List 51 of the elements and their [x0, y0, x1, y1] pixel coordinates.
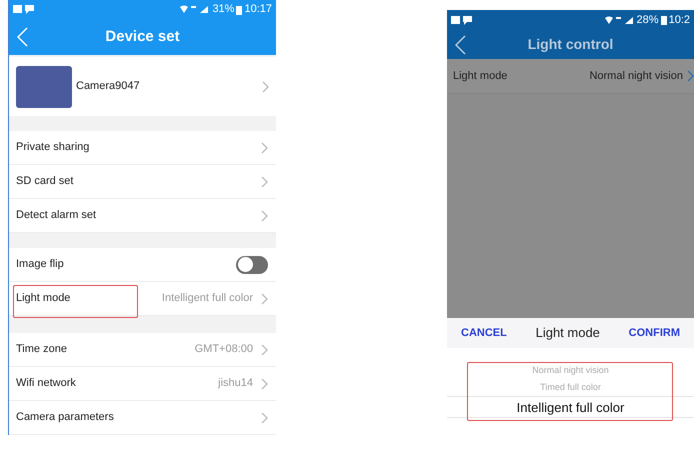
row-label: Detect alarm set: [16, 208, 96, 224]
row-label: Wifi network: [16, 376, 76, 392]
battery-icon: [236, 4, 242, 14]
camera-row[interactable]: Camera9047: [9, 57, 276, 116]
notification-icons: [13, 5, 35, 14]
battery-icon: [660, 15, 667, 25]
settings-row[interactable]: Light mode Intelligent full color: [9, 282, 276, 316]
chevron-right-icon: [687, 70, 694, 82]
battery-percent: 28%: [636, 12, 659, 28]
row-label: Camera parameters: [16, 410, 114, 426]
signal-icons: [604, 16, 634, 24]
chevron-right-icon: [261, 292, 268, 304]
camera-name: Camera9047: [76, 79, 140, 94]
row-label: Light mode: [453, 68, 508, 84]
row-value: jishu14: [218, 376, 253, 392]
chevron-right-icon: [261, 142, 268, 154]
settings-row[interactable]: Image flip: [9, 248, 276, 282]
chevron-right-icon: [261, 378, 268, 390]
row-label: Private sharing: [16, 140, 90, 156]
notification-icons: [451, 16, 473, 24]
confirm-button[interactable]: CONFIRM: [628, 324, 680, 342]
back-icon[interactable]: [455, 34, 466, 54]
settings-row[interactable]: Private sharing: [9, 131, 276, 165]
clock: 10:17: [244, 2, 272, 18]
row-value: Intelligent full color: [162, 291, 253, 306]
chevron-right-icon: [262, 80, 269, 93]
chevron-right-icon: [261, 176, 268, 188]
settings-row[interactable]: Wifi network jishu14: [9, 367, 276, 401]
row-value: GMT+08:00: [194, 342, 253, 358]
signal-icons: [179, 5, 210, 14]
picker-option[interactable]: Intelligent full color: [447, 396, 694, 418]
photo-placeholder: [16, 66, 72, 108]
battery-percent: 31%: [212, 2, 234, 18]
clock: 10:2: [668, 12, 690, 28]
settings-row[interactable]: Detect alarm set: [9, 199, 276, 233]
toggle-switch[interactable]: [236, 256, 268, 274]
row-label: Image flip: [16, 257, 64, 272]
settings-row[interactable]: SD card set: [9, 165, 276, 199]
chevron-right-icon: [261, 210, 268, 222]
chevron-right-icon: [261, 344, 268, 356]
row-label: Time zone: [16, 342, 67, 358]
row-label: SD card set: [16, 174, 74, 190]
picker-title: Light mode: [536, 324, 600, 342]
screen-title: Light control: [526, 35, 614, 54]
row-label: Light mode: [16, 291, 70, 306]
screen-title: Device set: [104, 26, 181, 47]
row-value: Normal night vision: [589, 68, 683, 84]
cancel-button[interactable]: CANCEL: [461, 324, 507, 342]
settings-row[interactable]: Camera parameters: [9, 401, 276, 435]
settings-row[interactable]: Time zone GMT+08:00: [9, 333, 276, 367]
chevron-right-icon: [261, 412, 268, 424]
